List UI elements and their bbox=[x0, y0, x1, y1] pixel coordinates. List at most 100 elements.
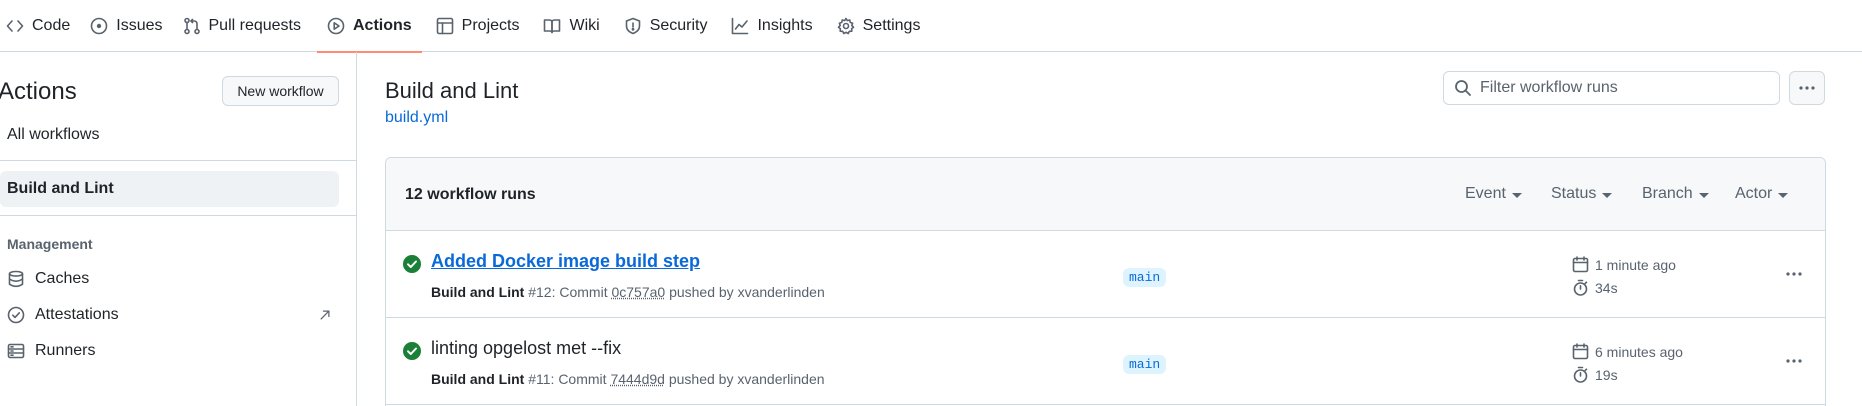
shield-icon bbox=[624, 17, 642, 35]
run-pushed-by: pushed by xvanderlinden bbox=[669, 371, 825, 387]
triangle-down-icon bbox=[1699, 193, 1709, 198]
tab-settings[interactable]: Settings bbox=[827, 0, 931, 52]
duration-text: 34s bbox=[1595, 280, 1618, 296]
table-icon bbox=[436, 17, 454, 35]
tab-label: Insights bbox=[757, 17, 812, 35]
dropdown-label: Branch bbox=[1642, 185, 1693, 203]
commit-sha-link[interactable]: 7444d9d bbox=[610, 371, 665, 387]
time-ago-text: 6 minutes ago bbox=[1595, 344, 1683, 360]
tab-label: Security bbox=[650, 17, 708, 35]
stopwatch-icon bbox=[1572, 366, 1589, 383]
database-icon bbox=[7, 270, 25, 288]
tab-security[interactable]: Security bbox=[614, 0, 718, 52]
run-time-ago: 6 minutes ago bbox=[1572, 343, 1683, 360]
triangle-down-icon bbox=[1602, 193, 1612, 198]
tab-projects[interactable]: Projects bbox=[426, 0, 530, 52]
sidebar-item-build-and-lint[interactable]: Build and Lint bbox=[0, 171, 339, 207]
duration-text: 19s bbox=[1595, 367, 1618, 383]
repo-nav: Code Issues Pull requests Actions Projec… bbox=[0, 0, 1862, 52]
git-pull-request-icon bbox=[183, 17, 201, 35]
status-filter-dropdown[interactable]: Status bbox=[1551, 185, 1612, 203]
calendar-icon bbox=[1572, 343, 1589, 360]
management-heading: Management bbox=[7, 236, 93, 252]
run-title-link[interactable]: Added Docker image build step bbox=[431, 251, 700, 272]
dropdown-label: Status bbox=[1551, 185, 1596, 203]
gear-icon bbox=[837, 17, 855, 35]
run-meta: Build and Lint #12: Commit 0c757a0 pushe… bbox=[431, 284, 825, 300]
run-pushed-by: pushed by xvanderlinden bbox=[669, 284, 825, 300]
stopwatch-icon bbox=[1572, 279, 1589, 296]
tab-label: Settings bbox=[863, 17, 921, 35]
kebab-horizontal-icon bbox=[1785, 358, 1803, 364]
tab-label: Pull requests bbox=[209, 17, 302, 35]
run-commit-prefix: : Commit bbox=[552, 284, 608, 300]
new-workflow-button[interactable]: New workflow bbox=[222, 76, 339, 106]
dropdown-label: Actor bbox=[1735, 185, 1772, 203]
run-duration: 19s bbox=[1572, 366, 1618, 383]
all-workflows-link[interactable]: All workflows bbox=[7, 126, 99, 144]
triangle-down-icon bbox=[1778, 193, 1788, 198]
workflow-run-row[interactable]: Added Docker image build step Build and … bbox=[386, 231, 1825, 318]
sidebar-item-label: Caches bbox=[35, 270, 89, 288]
sidebar-item-label: Runners bbox=[35, 342, 95, 360]
actor-filter-dropdown[interactable]: Actor bbox=[1735, 185, 1788, 203]
tab-label: Projects bbox=[462, 17, 520, 35]
calendar-icon bbox=[1572, 256, 1589, 273]
kebab-horizontal-icon bbox=[1798, 85, 1816, 91]
tab-wiki[interactable]: Wiki bbox=[533, 0, 609, 52]
run-duration: 34s bbox=[1572, 279, 1618, 296]
tab-actions[interactable]: Actions bbox=[317, 0, 422, 52]
run-options-button[interactable] bbox=[1779, 351, 1809, 371]
sidebar-item-caches[interactable]: Caches bbox=[7, 270, 332, 288]
graph-icon bbox=[731, 17, 749, 35]
sidebar-item-runners[interactable]: Runners bbox=[7, 342, 332, 360]
filter-input[interactable] bbox=[1480, 79, 1770, 97]
run-number: #11 bbox=[528, 371, 550, 387]
tab-insights[interactable]: Insights bbox=[721, 0, 822, 52]
tab-label: Wiki bbox=[569, 17, 599, 35]
commit-sha-link[interactable]: 0c757a0 bbox=[611, 284, 665, 300]
branch-filter-dropdown[interactable]: Branch bbox=[1642, 185, 1709, 203]
server-icon bbox=[7, 342, 25, 360]
workflow-title: Build and Lint bbox=[385, 78, 518, 104]
tab-issues[interactable]: Issues bbox=[80, 0, 172, 52]
success-check-icon bbox=[403, 342, 421, 360]
triangle-down-icon bbox=[1512, 193, 1522, 198]
runs-count: 12 workflow runs bbox=[405, 186, 536, 204]
event-filter-dropdown[interactable]: Event bbox=[1465, 185, 1522, 203]
run-options-button[interactable] bbox=[1779, 264, 1809, 284]
sidebar-divider bbox=[0, 215, 357, 216]
sidebar-divider bbox=[0, 160, 357, 161]
run-workflow-name: Build and Lint bbox=[431, 371, 524, 387]
run-title-link[interactable]: linting opgelost met --fix bbox=[431, 338, 621, 359]
branch-label[interactable]: main bbox=[1123, 355, 1166, 374]
more-options-button[interactable] bbox=[1789, 71, 1825, 105]
workflow-file-link[interactable]: build.yml bbox=[385, 109, 448, 127]
issue-opened-icon bbox=[90, 17, 108, 35]
search-icon bbox=[1454, 79, 1472, 97]
tab-pull-requests[interactable]: Pull requests bbox=[173, 0, 312, 52]
filter-workflow-runs[interactable] bbox=[1443, 71, 1780, 105]
play-icon bbox=[327, 17, 345, 35]
book-icon bbox=[543, 17, 561, 35]
verified-icon bbox=[7, 306, 25, 324]
run-commit-prefix: : Commit bbox=[551, 371, 607, 387]
run-time-ago: 1 minute ago bbox=[1572, 256, 1676, 273]
code-icon bbox=[6, 17, 24, 35]
dropdown-label: Event bbox=[1465, 185, 1506, 203]
tab-label: Issues bbox=[116, 17, 162, 35]
external-link-icon bbox=[318, 308, 332, 322]
sidebar-item-attestations[interactable]: Attestations bbox=[7, 306, 332, 324]
sidebar-item-label: Attestations bbox=[35, 306, 119, 324]
workflow-run-row[interactable]: linting opgelost met --fix Build and Lin… bbox=[386, 318, 1825, 405]
sidebar-title: Actions bbox=[0, 78, 77, 106]
workflow-runs-list: 12 workflow runs Event Status Branch Act… bbox=[385, 157, 1826, 406]
run-number: #12 bbox=[528, 284, 551, 300]
kebab-horizontal-icon bbox=[1785, 271, 1803, 277]
run-meta: Build and Lint #11: Commit 7444d9d pushe… bbox=[431, 371, 825, 387]
tab-code[interactable]: Code bbox=[0, 0, 80, 52]
runs-list-header: 12 workflow runs Event Status Branch Act… bbox=[386, 158, 1825, 231]
branch-label[interactable]: main bbox=[1123, 268, 1166, 287]
tab-label: Actions bbox=[353, 17, 412, 35]
run-workflow-name: Build and Lint bbox=[431, 284, 524, 300]
